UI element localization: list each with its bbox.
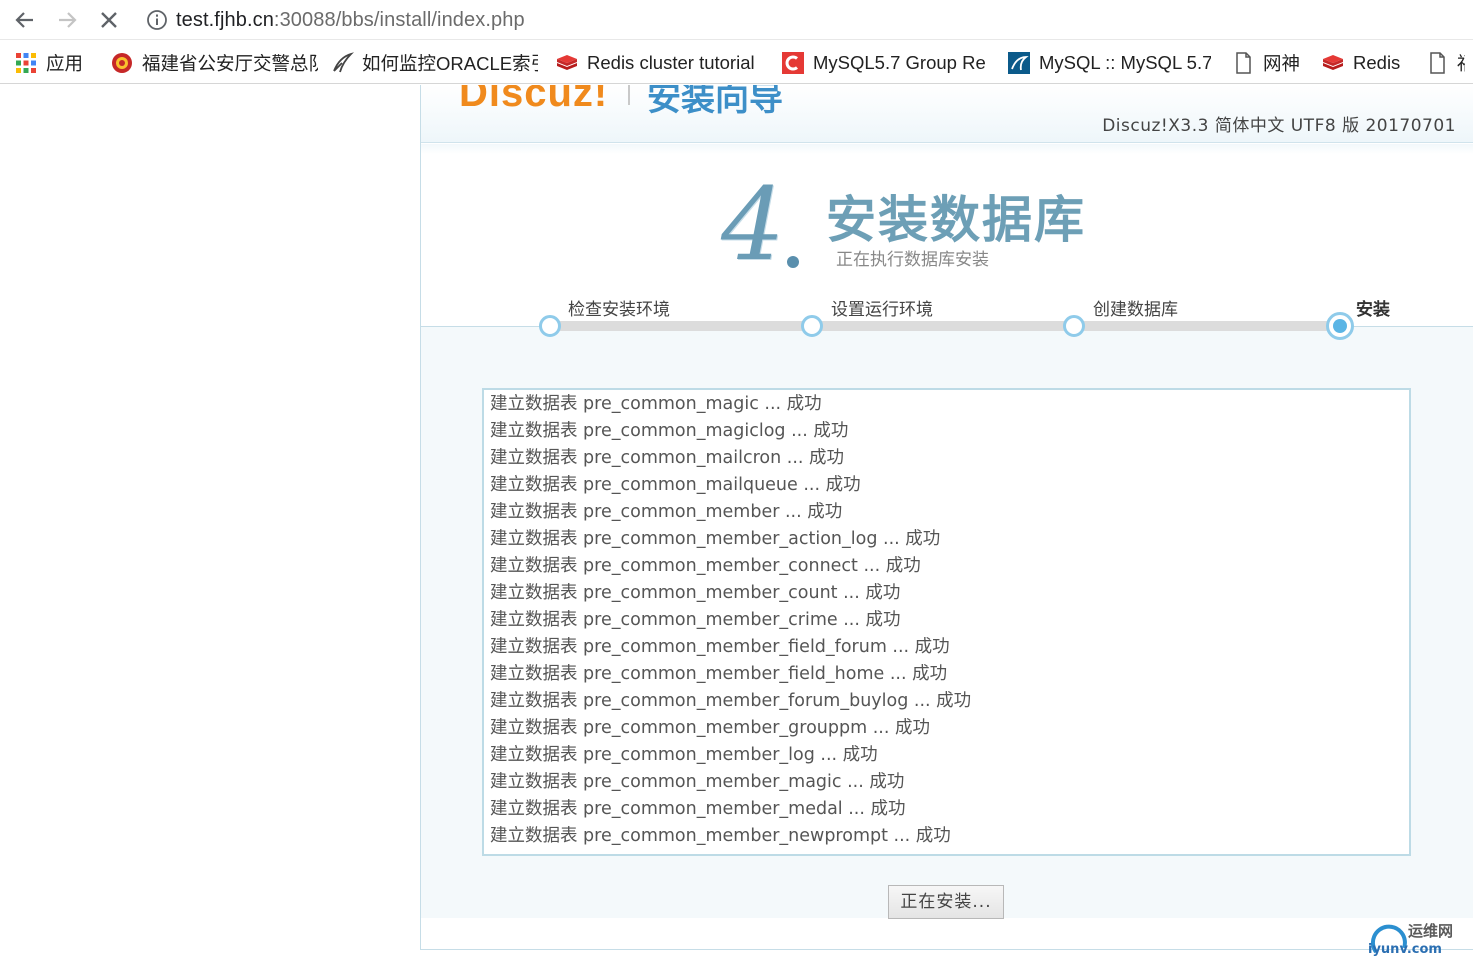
bookmarks-bar: 应用 福建省公安厅交警总队 如何监控ORACLE索引 Redis cluster… — [0, 42, 1473, 84]
installing-button[interactable]: 正在安装... — [888, 885, 1004, 919]
step-number: 4 — [721, 166, 785, 283]
bookmark-oracle[interactable]: 如何监控ORACLE索引 — [330, 42, 555, 83]
log-line: 建立数据表 pre_common_member_field_home ... 成… — [490, 664, 948, 684]
logo-subtitle: 安装向导 — [647, 85, 783, 119]
step-node-3 — [1063, 315, 1085, 337]
forward-button[interactable] — [53, 6, 81, 34]
log-line: 建立数据表 pre_common_member_log ... 成功 — [490, 745, 878, 765]
step-title: 安装数据库 — [826, 191, 1086, 249]
url-text: test.fjhb.cn:30088/bbs/install/index.php — [176, 8, 525, 31]
logo-divider — [628, 85, 630, 105]
address-bar[interactable]: test.fjhb.cn:30088/bbs/install/index.php — [140, 3, 1473, 37]
progress-track — [549, 321, 1341, 331]
redis-icon — [557, 54, 577, 70]
bookmark-wangshen[interactable]: 网神 — [1231, 42, 1321, 83]
step-label-create-db: 创建数据库 — [1093, 300, 1178, 320]
log-line: 建立数据表 pre_common_member_forum_buylog ...… — [490, 691, 972, 711]
log-line: 建立数据表 pre_common_member_field_forum ... … — [490, 637, 950, 657]
log-line: 建立数据表 pre_common_member ... 成功 — [490, 502, 843, 522]
step-label-check-env: 检查安装环境 — [568, 300, 670, 320]
log-line: 建立数据表 pre_common_member_connect ... 成功 — [490, 556, 921, 576]
step-number-dot — [787, 256, 799, 268]
log-line: 建立数据表 pre_common_member_crime ... 成功 — [490, 610, 901, 630]
bookmark-fu[interactable]: 福 — [1425, 42, 1465, 83]
redis-icon — [1323, 54, 1343, 70]
oracle-feather-icon — [333, 51, 354, 72]
log-line: 建立数据表 pre_common_magic ... 成功 — [490, 394, 822, 414]
back-button[interactable] — [11, 6, 39, 34]
bookmark-mysql-57[interactable]: MySQL :: MySQL 5.7 — [1007, 42, 1231, 83]
log-line: 建立数据表 pre_common_member_action_log ... 成… — [490, 529, 941, 549]
bookmark-mysql-group[interactable]: MySQL5.7 Group Replication — [781, 42, 1007, 83]
log-line: 建立数据表 pre_common_member_count ... 成功 — [490, 583, 901, 603]
log-line: 建立数据表 pre_common_member_medal ... 成功 — [490, 799, 906, 819]
back-arrow-icon — [15, 12, 33, 28]
stop-button[interactable] — [95, 6, 123, 34]
site-watermark: 运维网 iyunv.com — [1368, 918, 1468, 962]
apps-grid-icon — [16, 52, 36, 73]
log-line: 建立数据表 pre_common_member_grouppm ... 成功 — [490, 718, 930, 738]
page-icon — [1430, 51, 1445, 74]
bookmark-redis-cluster[interactable]: Redis cluster tutorial — [555, 42, 781, 83]
version-text: Discuz!X3.3 简体中文 UTF8 版 20170701 — [1102, 116, 1456, 136]
page-icon — [1236, 51, 1251, 74]
log-line: 建立数据表 pre_common_member_magic ... 成功 — [490, 772, 905, 792]
step-label-install: 安装 — [1356, 300, 1390, 320]
install-log[interactable]: 建立数据表 pre_common_magic ... 成功 建立数据表 pre_… — [482, 388, 1411, 856]
step-node-1 — [539, 315, 561, 337]
step-node-current — [1326, 312, 1354, 340]
mysql-dolphin-icon — [1008, 51, 1030, 74]
discuz-logo: Discuz! — [459, 85, 609, 115]
close-icon — [101, 12, 117, 28]
header-shade — [421, 144, 1473, 154]
browser-toolbar: test.fjhb.cn:30088/bbs/install/index.php — [0, 0, 1473, 40]
step-description: 正在执行数据库安装 — [836, 250, 989, 270]
log-line: 建立数据表 pre_common_member_newprompt ... 成功 — [490, 826, 951, 846]
installer-header: Discuz! 安装向导 Discuz!X3.3 简体中文 UTF8 版 201… — [421, 85, 1473, 143]
log-line: 建立数据表 pre_common_mailcron ... 成功 — [490, 448, 845, 468]
info-icon — [147, 10, 167, 30]
bookmark-redis[interactable]: Redis — [1321, 42, 1425, 83]
log-line: 建立数据表 pre_common_mailqueue ... 成功 — [490, 475, 861, 495]
c-logo-icon — [782, 51, 804, 74]
forward-arrow-icon — [59, 12, 77, 28]
bookmark-police[interactable]: 福建省公安厅交警总队 — [110, 42, 330, 83]
step-node-2 — [801, 315, 823, 337]
police-emblem-icon — [112, 52, 132, 73]
installer-page: Discuz! 安装向导 Discuz!X3.3 简体中文 UTF8 版 201… — [420, 85, 1473, 950]
bookmark-apps[interactable]: 应用 — [14, 42, 110, 83]
log-line: 建立数据表 pre_common_magiclog ... 成功 — [490, 421, 849, 441]
step-label-setup-env: 设置运行环境 — [831, 300, 933, 320]
